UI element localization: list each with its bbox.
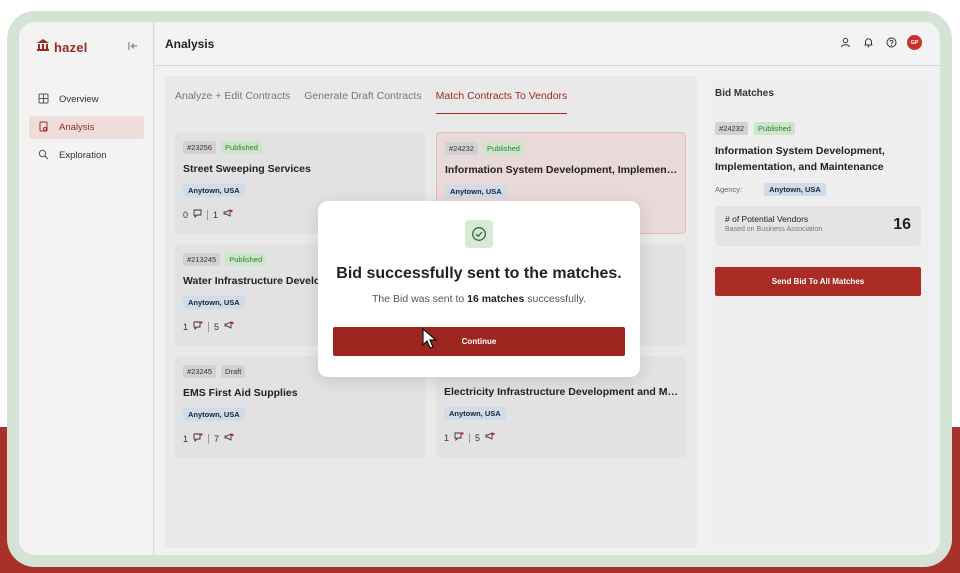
divider	[207, 209, 209, 220]
card-badges: #23256 Published	[183, 141, 417, 154]
top-bar: Analysis GP	[155, 22, 940, 66]
success-modal: Bid successfully sent to the matches. Th…	[318, 201, 640, 377]
divider	[469, 432, 471, 443]
grid-icon	[38, 93, 49, 107]
contract-name: Information System Development, Implemen…	[715, 145, 885, 173]
check-circle-icon	[465, 220, 493, 248]
sidebar-item-label: Exploration	[59, 150, 107, 161]
location-badge: Anytown, USA	[183, 408, 245, 421]
tab-bar: Analyze + Edit Contracts Generate Draft …	[175, 90, 568, 114]
location-badge: Anytown, USA	[445, 185, 507, 198]
card-badges: #24232 Published	[445, 142, 677, 155]
sidebar-item-label: Analysis	[59, 122, 95, 133]
sidebar: hazel Overview Analysis Exploration	[19, 22, 154, 555]
continue-button[interactable]: Continue	[333, 327, 625, 356]
building-icon	[36, 38, 50, 57]
card-stats: 1 7	[183, 433, 417, 444]
contract-id-badge: #24232	[445, 142, 479, 155]
sidebar-item-overview[interactable]: Overview	[29, 88, 144, 111]
agency-row: Agency: Anytown, USA	[715, 183, 921, 196]
modal-title: Bid successfully sent to the matches.	[336, 265, 622, 282]
user-icon[interactable]	[838, 35, 853, 50]
page-title: Analysis	[165, 37, 215, 51]
comment-count: 1	[183, 321, 189, 332]
contract-id-badge: #213245	[183, 253, 221, 266]
comment-count: 0	[183, 209, 189, 220]
megaphone-icon	[224, 321, 234, 332]
collapse-sidebar-icon[interactable]	[126, 39, 140, 53]
agency-badge: Anytown, USA	[764, 183, 826, 196]
comment-icon	[193, 209, 202, 220]
flag-count: 7	[214, 433, 220, 444]
megaphone-icon	[224, 433, 234, 444]
sidebar-nav: Overview Analysis Exploration	[29, 88, 144, 172]
mouse-pointer-icon	[422, 327, 440, 355]
agency-label: Agency:	[715, 185, 743, 194]
location-badge: Anytown, USA	[183, 184, 245, 197]
card-title: Information System Development, Implemen…	[445, 164, 680, 176]
document-icon	[38, 121, 49, 135]
megaphone-icon	[485, 432, 495, 443]
megaphone-icon	[223, 209, 233, 220]
contract-id-badge: #24232	[715, 122, 749, 135]
contract-id-badge: #23256	[183, 141, 217, 154]
vendor-count-box: # of Potential Vendors Based on Business…	[715, 206, 921, 246]
comment-count: 1	[444, 432, 450, 443]
logo-text: hazel	[54, 40, 88, 55]
divider	[208, 321, 210, 332]
sidebar-item-exploration[interactable]: Exploration	[29, 144, 144, 167]
vendor-count: 16	[893, 216, 911, 233]
status-badge: Published	[754, 122, 795, 135]
sidebar-item-analysis[interactable]: Analysis	[29, 116, 144, 139]
tab-analyze-edit[interactable]: Analyze + Edit Contracts	[175, 90, 290, 114]
tab-match-vendors[interactable]: Match Contracts To Vendors	[435, 90, 568, 114]
help-icon[interactable]	[884, 35, 899, 50]
status-badge: Draft	[221, 365, 246, 378]
card-title: EMS First Aid Supplies	[183, 387, 298, 399]
top-icons: GP	[838, 35, 922, 50]
vendor-count-label: # of Potential Vendors	[725, 214, 809, 224]
send-bid-button[interactable]: Send Bid To All Matches	[715, 267, 921, 296]
flag-count: 1	[213, 209, 219, 220]
status-badge: Published	[225, 253, 267, 266]
card-title: Electricity Infrastructure Development a…	[444, 386, 679, 398]
search-icon	[38, 149, 49, 163]
status-badge: Published	[221, 141, 262, 154]
contract-id-badge: #23245	[183, 365, 217, 378]
tab-generate-draft[interactable]: Generate Draft Contracts	[304, 90, 421, 114]
location-badge: Anytown, USA	[183, 296, 245, 309]
avatar[interactable]: GP	[907, 35, 922, 50]
logo[interactable]: hazel	[36, 38, 88, 57]
status-badge: Published	[483, 142, 524, 155]
modal-message-prefix: The Bid was sent to	[371, 293, 468, 305]
modal-message: The Bid was sent to 16 matches successfu…	[318, 293, 640, 305]
modal-match-count: 16 matches	[467, 293, 525, 305]
flag-count: 5	[214, 321, 220, 332]
sidebar-item-label: Overview	[59, 94, 99, 105]
bell-icon[interactable]	[861, 35, 876, 50]
comment-flag-icon	[193, 321, 203, 332]
card-title: Street Sweeping Services	[183, 163, 311, 175]
card-stats: 1 5	[444, 432, 678, 443]
panel-badges: #24232 Published	[715, 122, 921, 135]
comment-count: 1	[183, 433, 189, 444]
panel-title: Bid Matches	[715, 88, 774, 99]
flag-count: 5	[475, 432, 481, 443]
vendor-count-sub: Based on Business Association	[725, 226, 823, 233]
bid-matches-panel: Bid Matches #24232 Published Information…	[705, 76, 931, 548]
location-badge: Anytown, USA	[444, 407, 506, 420]
modal-message-suffix: successfully.	[524, 293, 586, 305]
comment-flag-icon	[454, 432, 464, 443]
comment-flag-icon	[193, 433, 203, 444]
divider	[208, 433, 210, 444]
